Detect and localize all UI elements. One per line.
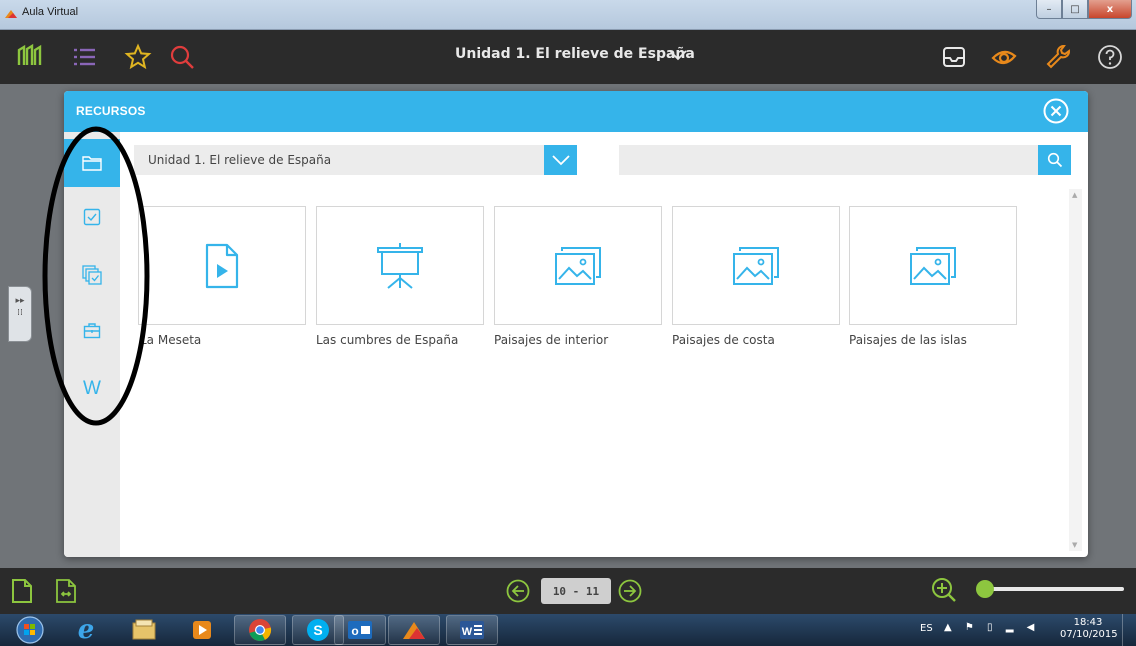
resource-card-video[interactable] [138,206,306,325]
aula-virtual-icon [403,622,425,639]
resource-label[interactable]: Paisajes de las islas [849,333,967,347]
zoom-in-icon[interactable] [930,576,958,604]
top-toolbar: Unidad 1. El relieve de España [0,30,1136,84]
side-panel-handle[interactable]: ▸▸ ⁞⁞ [8,286,32,342]
chevron-down-icon[interactable] [668,48,688,62]
resource-label[interactable]: Paisajes de costa [672,333,775,347]
window-titlebar: Aula Virtual – □ x [0,0,1136,30]
wrench-icon[interactable] [1044,43,1072,71]
resource-card-gallery-interior[interactable] [494,206,662,325]
scroll-up-icon[interactable]: ▲ [1072,191,1077,199]
outlook-icon: o [348,621,372,639]
ie-icon: e [77,615,95,645]
volume-icon[interactable]: ◀ [1027,622,1040,633]
taskbar-word[interactable]: W [446,615,498,645]
resource-card-gallery-costa[interactable] [672,206,840,325]
logo-icon[interactable] [16,43,44,71]
skype-icon: S [307,619,329,641]
folder-icon [132,619,156,640]
taskbar-chrome[interactable] [234,615,286,645]
search-icon[interactable] [168,43,196,71]
maximize-button[interactable]: □ [1062,0,1088,19]
page-icon[interactable] [10,577,34,605]
tray-icons[interactable]: ▲ ⚑ ▯ ▂ ◀ [944,622,1039,633]
window-title: Aula Virtual [22,6,79,18]
window-controls: – □ x [1036,0,1132,20]
modal-header: RECURSOS [64,91,1088,132]
app-icon [5,10,17,18]
resource-card-presentation[interactable] [316,206,484,325]
search-input[interactable] [619,145,1036,175]
minimize-button[interactable]: – [1036,0,1062,19]
star-icon[interactable] [124,43,152,71]
svg-text:S: S [313,622,322,638]
double-page-icon[interactable] [54,577,78,605]
gallery-icon [733,246,779,285]
windows-start-icon [16,616,44,644]
close-icon[interactable] [1042,97,1070,125]
resource-card-gallery-islas[interactable] [849,206,1017,325]
unit-select[interactable]: Unidad 1. El relieve de España [134,145,577,175]
unit-select-button[interactable] [544,145,577,175]
start-button[interactable] [8,615,52,645]
tray-language[interactable]: ES [920,623,933,634]
zoom-slider-track[interactable] [990,587,1124,591]
resource-label[interactable]: Las cumbres de España [316,333,458,347]
svg-text:o: o [351,624,358,638]
word-icon: W [460,621,484,639]
expand-icon: ▸▸ [15,296,25,306]
prev-page-icon[interactable] [505,578,531,604]
chrome-icon [249,619,272,641]
help-icon[interactable] [1096,43,1124,71]
clock-date: 07/10/2015 [1060,629,1118,640]
action-center-icon[interactable]: ⚑ [965,622,979,633]
taskbar-media-player[interactable] [176,615,228,645]
inbox-icon[interactable] [940,43,968,71]
svg-text:W: W [462,626,473,638]
video-file-icon [205,243,239,288]
next-page-icon[interactable] [617,578,643,604]
search-button[interactable] [1038,145,1071,175]
taskbar-ie[interactable]: e [60,615,112,645]
taskbar-explorer[interactable] [118,615,170,645]
resources-scrollbar[interactable]: ▲ ▼ [1069,189,1082,551]
page-indicator[interactable]: 10 - 11 [541,578,611,604]
scroll-down-icon[interactable]: ▼ [1072,541,1077,549]
search-box [619,145,1071,175]
zoom-slider-handle[interactable] [976,580,994,598]
list-icon[interactable] [70,43,98,71]
eye-icon[interactable] [990,43,1018,71]
chevron-down-icon [551,155,570,166]
clock-time: 18:43 [1073,617,1103,628]
taskbar-clock[interactable]: 18:43 07/10/2015 [1060,617,1118,641]
presentation-icon [377,242,423,289]
unit-select-value: Unidad 1. El relieve de España [148,153,332,167]
show-hidden-icon[interactable]: ▲ [944,622,957,633]
show-desktop-button[interactable] [1122,614,1136,646]
media-player-icon [193,621,211,639]
signal-icon[interactable]: ▂ [1006,622,1019,633]
taskbar-aula-virtual[interactable] [388,615,440,645]
gallery-icon [910,246,956,285]
grip-icon: ⁞⁞ [17,308,23,318]
close-window-button[interactable]: x [1088,0,1132,19]
unit-title[interactable]: Unidad 1. El relieve de España [455,46,695,62]
modal-title: RECURSOS [76,104,146,118]
gallery-icon [555,246,601,285]
resource-label[interactable]: Paisajes de interior [494,333,608,347]
annotation-ellipse [42,126,150,426]
taskbar-outlook[interactable]: o [334,615,386,645]
battery-icon[interactable]: ▯ [987,622,998,633]
search-icon [1047,152,1062,168]
